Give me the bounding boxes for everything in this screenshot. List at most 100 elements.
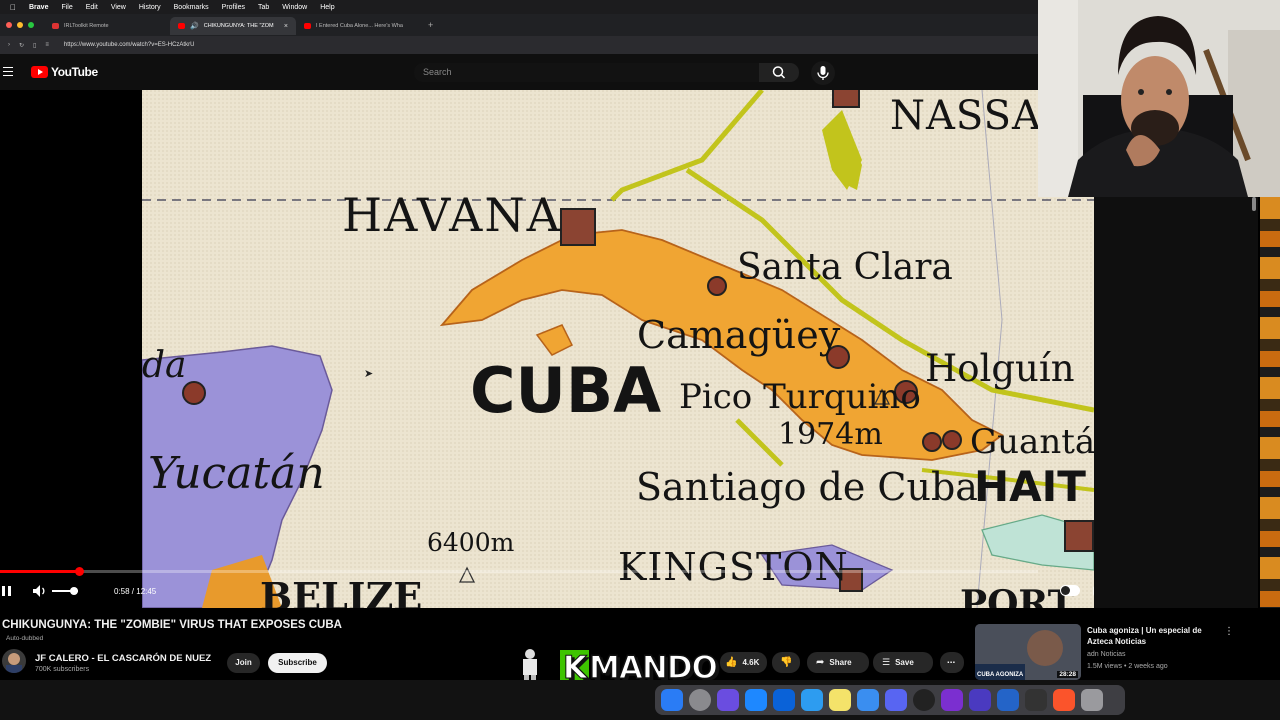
trash-icon[interactable]: [1081, 689, 1103, 711]
recommendation-thumbnail[interactable]: CUBA AGONIZA 28:28: [975, 624, 1081, 680]
map-label: HAIT: [974, 462, 1086, 511]
guantanamo-marker: [942, 430, 962, 450]
menu-app-name[interactable]: Brave: [29, 4, 48, 11]
dislike-button[interactable]: 👎: [772, 652, 800, 673]
tab-favicon-icon: [52, 23, 59, 29]
save-button[interactable]: ☰ Save: [873, 652, 933, 673]
streamer-webcam-image: [1038, 0, 1280, 197]
search-input[interactable]: Search: [414, 63, 759, 82]
close-window-button[interactable]: [6, 22, 12, 28]
reload-icon[interactable]: ↻: [19, 42, 24, 49]
player-controls: 0:58 / 12:45 CC: [0, 580, 1240, 604]
browser-tab-active[interactable]: 🔊 CHIKUNGUNYA: THE "ZOM ×: [170, 17, 296, 35]
menu-view[interactable]: View: [111, 4, 126, 11]
menu-tab[interactable]: Tab: [258, 4, 269, 11]
haiti-marker: [1064, 520, 1094, 552]
avatar-image: [6, 653, 22, 673]
menu-file[interactable]: File: [61, 4, 72, 11]
browser-tab[interactable]: I Entered Cuba Alone... Here's Wha: [296, 17, 422, 35]
map-label: Camagüey: [637, 313, 841, 357]
microphone-icon: [817, 66, 829, 80]
subscriber-count: 700K subscribers: [35, 666, 90, 673]
recommendation-channel[interactable]: adn Noticias: [1087, 651, 1126, 658]
more-horizontal-icon: ⋯: [947, 658, 955, 667]
menu-bookmarks[interactable]: Bookmarks: [174, 4, 209, 11]
santiago-marker: [922, 432, 942, 452]
youtube-favicon-icon: [304, 23, 311, 29]
forward-icon[interactable]: ›: [8, 42, 10, 48]
menu-edit[interactable]: Edit: [86, 4, 98, 11]
map-label: Holguín: [925, 347, 1075, 390]
vpn-app-icon[interactable]: [717, 689, 739, 711]
related-sidebar: [1094, 197, 1258, 608]
progress-bar[interactable]: [0, 567, 1038, 576]
apple-icon[interactable]: : [10, 3, 16, 12]
finder-icon[interactable]: [661, 689, 683, 711]
screen-app-icon[interactable]: [997, 689, 1019, 711]
havana-marker: [560, 208, 596, 246]
map-label: Santiago de Cuba: [636, 465, 978, 509]
channel-name[interactable]: JF CALERO - EL CASCARÓN DE NUEZ: [35, 653, 211, 664]
map-label: 1974m: [778, 417, 883, 452]
menu-icon[interactable]: [3, 67, 13, 78]
more-actions-button[interactable]: ⋯: [940, 652, 964, 673]
youtube-logo[interactable]: YouTube: [31, 65, 98, 79]
map-label: Yucatán: [148, 448, 325, 499]
safari-icon[interactable]: [801, 689, 823, 711]
map-label: Pico Turquino: [679, 377, 921, 417]
url-field[interactable]: https://www.youtube.com/watch?v=ES-HCzAt…: [64, 42, 195, 48]
pause-icon[interactable]: [1, 584, 13, 598]
volume-handle[interactable]: [70, 587, 78, 595]
cloud-app-icon[interactable]: [773, 689, 795, 711]
notes-icon[interactable]: [829, 689, 851, 711]
join-button[interactable]: Join: [227, 653, 260, 673]
power-app-icon[interactable]: [1025, 689, 1047, 711]
recommendation-title[interactable]: Cuba agoniza | Un especial de Azteca Not…: [1087, 625, 1217, 647]
youtube-play-icon: [31, 66, 48, 78]
volume-icon[interactable]: [32, 584, 48, 598]
share-button[interactable]: ➦ Share: [807, 652, 869, 673]
scrollbar-thumb[interactable]: [1252, 197, 1256, 211]
save-label: Save: [895, 658, 914, 667]
mail-icon[interactable]: [857, 689, 879, 711]
subscribe-button[interactable]: Subscribe: [268, 653, 327, 673]
scrubber-handle[interactable]: [74, 567, 84, 576]
menu-window[interactable]: Window: [282, 4, 307, 11]
close-tab-icon[interactable]: ×: [284, 23, 288, 30]
streaming-app-icon[interactable]: [941, 689, 963, 711]
auto-dubbed-label: Auto-dubbed: [6, 635, 44, 642]
video-player[interactable]: NASSAU HAVANA Santa Clara Camagüey Holgu…: [0, 90, 1094, 608]
new-tab-button[interactable]: +: [428, 20, 433, 30]
system-settings-icon[interactable]: [689, 689, 711, 711]
voice-search-button[interactable]: [811, 61, 835, 85]
obs-icon[interactable]: [913, 689, 935, 711]
site-settings-icon[interactable]: ≡: [45, 42, 49, 48]
address-bar: › ↻ ▯ ≡ https://www.youtube.com/watch?v=…: [0, 36, 1038, 54]
menu-history[interactable]: History: [139, 4, 161, 11]
mouse-cursor-icon: ➤: [364, 368, 374, 380]
more-vertical-icon[interactable]: ⋮: [1224, 626, 1234, 637]
browser-tab[interactable]: IRLToolkit Remote: [44, 17, 170, 35]
minimize-window-button[interactable]: [17, 22, 23, 28]
app-store-icon[interactable]: [745, 689, 767, 711]
discord-icon[interactable]: [885, 689, 907, 711]
bookmark-icon[interactable]: ▯: [33, 42, 36, 49]
thumbs-up-icon: 👍: [725, 657, 738, 668]
like-button[interactable]: 👍 4.6K: [720, 652, 767, 673]
background-stripe: [1260, 197, 1280, 608]
search-button[interactable]: [759, 63, 799, 82]
channel-avatar[interactable]: [2, 649, 26, 673]
video-duration: 28:28: [1057, 671, 1078, 678]
grid-app-icon[interactable]: [969, 689, 991, 711]
share-icon: ➦: [816, 657, 825, 668]
brave-icon[interactable]: [1053, 689, 1075, 711]
playlist-add-icon: ☰: [882, 657, 891, 667]
youtube-header: YouTube Search: [0, 54, 1038, 90]
video-frame-map: NASSAU HAVANA Santa Clara Camagüey Holgu…: [142, 90, 1094, 608]
autoplay-toggle[interactable]: [1060, 585, 1080, 596]
menu-profiles[interactable]: Profiles: [222, 4, 245, 11]
zoom-window-button[interactable]: [28, 22, 34, 28]
audio-icon[interactable]: 🔊: [190, 22, 199, 30]
tab-title: CHIKUNGUNYA: THE "ZOM: [203, 23, 274, 29]
menu-help[interactable]: Help: [320, 4, 334, 11]
